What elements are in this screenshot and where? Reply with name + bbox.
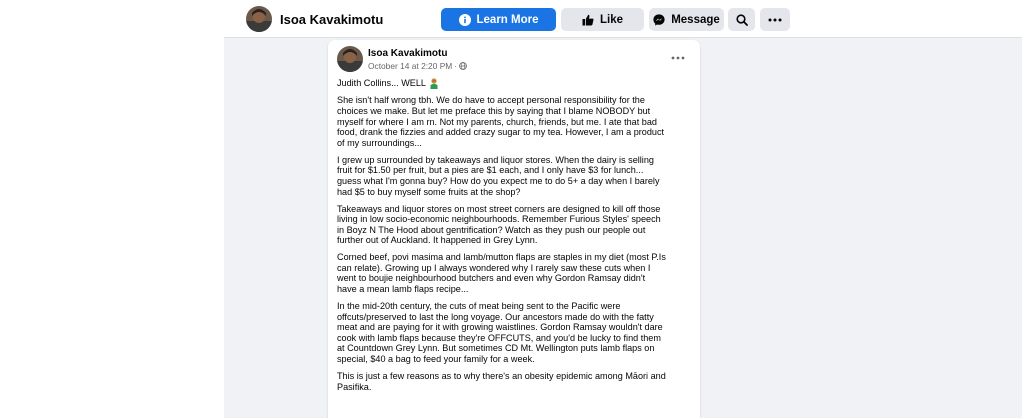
like-label: Like <box>599 13 623 26</box>
page-title[interactable]: Isoa Kavakimotu <box>280 12 383 27</box>
learn-more-button[interactable]: Learn More <box>441 8 556 31</box>
author-avatar[interactable] <box>337 46 363 72</box>
post-first-line: Judith Collins... WELL <box>337 78 695 89</box>
post-body: Judith Collins... WELL She isn't half wr… <box>337 78 695 399</box>
person-facepalming-icon <box>430 78 438 89</box>
info-icon <box>458 13 471 26</box>
messenger-icon <box>653 13 665 26</box>
post-paragraph: Takeaways and liquor stores on most stre… <box>337 203 661 246</box>
learn-more-label: Learn More <box>476 13 539 26</box>
post-author-name[interactable]: Isoa Kavakimotu <box>368 48 447 59</box>
post-timestamp[interactable]: October 14 at 2:20 PM <box>368 61 452 71</box>
post-paragraph: This is just a few reasons as to why the… <box>337 371 666 392</box>
meta-separator: · <box>454 61 458 71</box>
post-paragraph: In the mid-20th century, the cuts of mea… <box>337 301 663 365</box>
more-options-button[interactable] <box>760 8 790 31</box>
search-button[interactable] <box>728 8 755 31</box>
page-avatar[interactable] <box>246 6 272 32</box>
globe-icon[interactable] <box>459 62 467 70</box>
more-icon <box>768 18 782 21</box>
message-label: Message <box>671 13 720 26</box>
post-meta: October 14 at 2:20 PM · <box>368 61 467 71</box>
page-header-bar: Isoa Kavakimotu Learn More Like Message <box>224 0 1022 38</box>
post-paragraph: Corned beef, povi masima and lamb/mutton… <box>337 252 666 295</box>
search-icon <box>735 13 748 26</box>
thumbs-up-icon <box>582 14 594 25</box>
post-options-button[interactable] <box>671 52 685 60</box>
post-card: Isoa Kavakimotu October 14 at 2:20 PM · … <box>328 40 700 418</box>
post-paragraph: She isn't half wrong tbh. We do have to … <box>337 95 665 148</box>
like-button[interactable]: Like <box>561 8 644 31</box>
post-paragraph: I grew up surrounded by takeaways and li… <box>337 154 660 197</box>
message-button[interactable]: Message <box>649 8 724 31</box>
more-horizontal-icon <box>671 56 685 60</box>
post-headline: Judith Collins... WELL <box>337 78 426 89</box>
